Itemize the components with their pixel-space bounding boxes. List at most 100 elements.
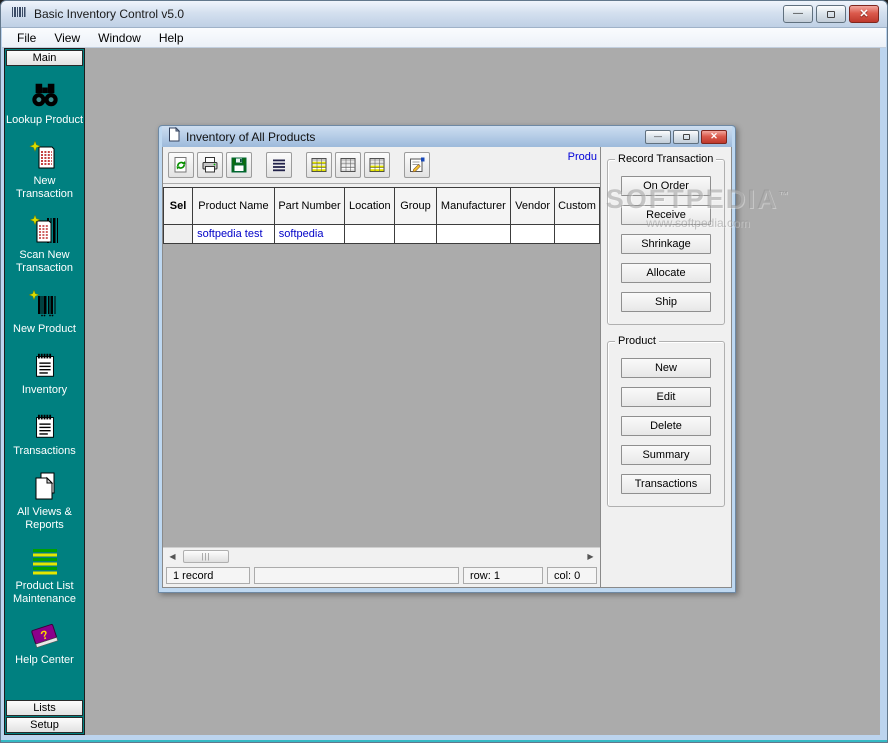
cell-product-name[interactable]: softpedia test [193, 225, 275, 244]
new-product-barcode-icon [29, 288, 61, 320]
ship-button[interactable]: Ship [621, 292, 711, 312]
allocate-button[interactable]: Allocate [621, 263, 711, 283]
refresh-icon [172, 156, 190, 174]
sidebar-item-scan-new-transaction[interactable]: Scan New Transaction [6, 214, 84, 275]
sidebar-item-label: All Views & Reports [6, 506, 84, 532]
scan-transaction-icon [29, 214, 61, 246]
form-properties-button[interactable] [404, 152, 430, 178]
menu-window[interactable]: Window [89, 29, 150, 47]
sidebar-item-label: New Product [6, 323, 84, 336]
cell-vendor[interactable] [511, 225, 555, 244]
sidebar-tab-main[interactable]: Main [6, 50, 83, 66]
shrinkage-button[interactable]: Shrinkage [621, 234, 711, 254]
on-order-button[interactable]: On Order [621, 176, 711, 196]
sidebar-item-help-center[interactable]: ? Help Center [6, 619, 84, 667]
col-header-custom[interactable]: Custom [555, 188, 600, 225]
list-view-button[interactable] [266, 152, 292, 178]
list-view-icon [270, 156, 288, 174]
col-header-product-name[interactable]: Product Name [193, 188, 275, 225]
watermark-tm: ™ [778, 190, 790, 201]
sidebar-item-label: New Transaction [6, 175, 84, 201]
scroll-right-arrow-icon[interactable]: ▶ [582, 549, 599, 563]
group-title: Product [615, 335, 659, 347]
inventory-child-window: Inventory of All Products — ✕ [158, 125, 736, 593]
receive-button[interactable]: Receive [621, 205, 711, 225]
table-row[interactable]: softpedia test softpedia [164, 225, 600, 244]
scroll-left-arrow-icon[interactable]: ◀ [164, 549, 181, 563]
summary-button[interactable]: Summary [621, 445, 711, 465]
statusbar: 1 record row: 1 col: 0 [163, 564, 600, 587]
form-edit-icon [408, 156, 426, 174]
maximize-button[interactable] [816, 5, 846, 23]
grid-view-partial-button[interactable] [364, 152, 390, 178]
sidebar-item-lookup-product[interactable]: Lookup Product [6, 79, 84, 127]
record-transaction-group: Record Transaction On Order Receive Shri… [607, 159, 725, 325]
product-link[interactable]: Produ [568, 151, 597, 163]
sidebar-tab-setup[interactable]: Setup [6, 717, 83, 733]
save-icon [230, 156, 248, 174]
col-header-vendor[interactable]: Vendor [511, 188, 555, 225]
minimize-button[interactable]: — [783, 5, 813, 23]
sidebar-item-transactions[interactable]: Transactions [6, 410, 84, 458]
grid-view-plain-button[interactable] [335, 152, 361, 178]
toolbar: Produ [163, 147, 600, 184]
col-header-manufacturer[interactable]: Manufacturer [436, 188, 511, 225]
mdi-workspace: Inventory of All Products — ✕ [85, 48, 880, 735]
menu-view[interactable]: View [45, 29, 89, 47]
col-header-part-number[interactable]: Part Number [274, 188, 344, 225]
close-button[interactable]: ✕ [849, 5, 879, 23]
print-icon [201, 156, 219, 174]
delete-product-button[interactable]: Delete [621, 416, 711, 436]
print-button[interactable] [197, 152, 223, 178]
cell-custom[interactable] [555, 225, 600, 244]
products-table[interactable]: Sel Product Name Part Number Location Gr… [163, 187, 600, 244]
child-minimize-button[interactable]: — [645, 130, 671, 144]
cell-sel[interactable] [164, 225, 193, 244]
grid-pane: Produ Sel [163, 147, 601, 587]
col-header-group[interactable]: Group [395, 188, 436, 225]
transactions-button[interactable]: Transactions [621, 474, 711, 494]
child-close-button[interactable]: ✕ [701, 130, 727, 144]
grid-area: Sel Product Name Part Number Location Gr… [163, 184, 600, 547]
document-icon [167, 127, 181, 147]
sidebar-item-all-views-reports[interactable]: All Views & Reports [6, 471, 84, 532]
sidebar-item-product-list-maintenance[interactable]: Product List Maintenance [6, 545, 84, 606]
grid-view-highlight-button[interactable] [306, 152, 332, 178]
refresh-button[interactable] [168, 152, 194, 178]
sidebar-item-label: Lookup Product [6, 114, 84, 127]
sidebar: Main Lookup Product New Transaction [4, 48, 85, 735]
new-product-button[interactable]: New [621, 358, 711, 378]
grid-highlight-icon [310, 156, 328, 174]
cell-group[interactable] [395, 225, 436, 244]
group-title: Record Transaction [615, 153, 716, 165]
col-header-sel[interactable]: Sel [164, 188, 193, 225]
sidebar-item-label: Transactions [6, 445, 84, 458]
grid-partial-icon [368, 156, 386, 174]
child-titlebar[interactable]: Inventory of All Products — ✕ [162, 126, 732, 147]
child-maximize-button[interactable] [673, 130, 699, 144]
cell-manufacturer[interactable] [436, 225, 511, 244]
status-row: row: 1 [463, 567, 543, 584]
striped-list-icon [29, 545, 61, 577]
sidebar-item-new-transaction[interactable]: New Transaction [6, 140, 84, 201]
status-col: col: 0 [547, 567, 597, 584]
save-button[interactable] [226, 152, 252, 178]
col-header-location[interactable]: Location [345, 188, 395, 225]
status-message [254, 567, 459, 584]
menu-file[interactable]: File [8, 29, 45, 47]
child-window-title: Inventory of All Products [186, 130, 315, 144]
action-panel: Record Transaction On Order Receive Shri… [601, 147, 731, 587]
edit-product-button[interactable]: Edit [621, 387, 711, 407]
sidebar-item-new-product[interactable]: New Product [6, 288, 84, 336]
new-transaction-receipt-icon [29, 140, 61, 172]
scrollbar-thumb[interactable]: ||| [183, 550, 229, 563]
sidebar-item-inventory[interactable]: Inventory [6, 349, 84, 397]
horizontal-scrollbar[interactable]: ◀ ||| ▶ [163, 547, 600, 564]
cell-location[interactable] [345, 225, 395, 244]
menubar: File View Window Help [2, 28, 886, 48]
cell-part-number[interactable]: softpedia [274, 225, 344, 244]
sidebar-tab-lists[interactable]: Lists [6, 700, 83, 716]
app-barcode-icon [11, 4, 27, 25]
notepad-icon [29, 410, 61, 442]
menu-help[interactable]: Help [150, 29, 193, 47]
